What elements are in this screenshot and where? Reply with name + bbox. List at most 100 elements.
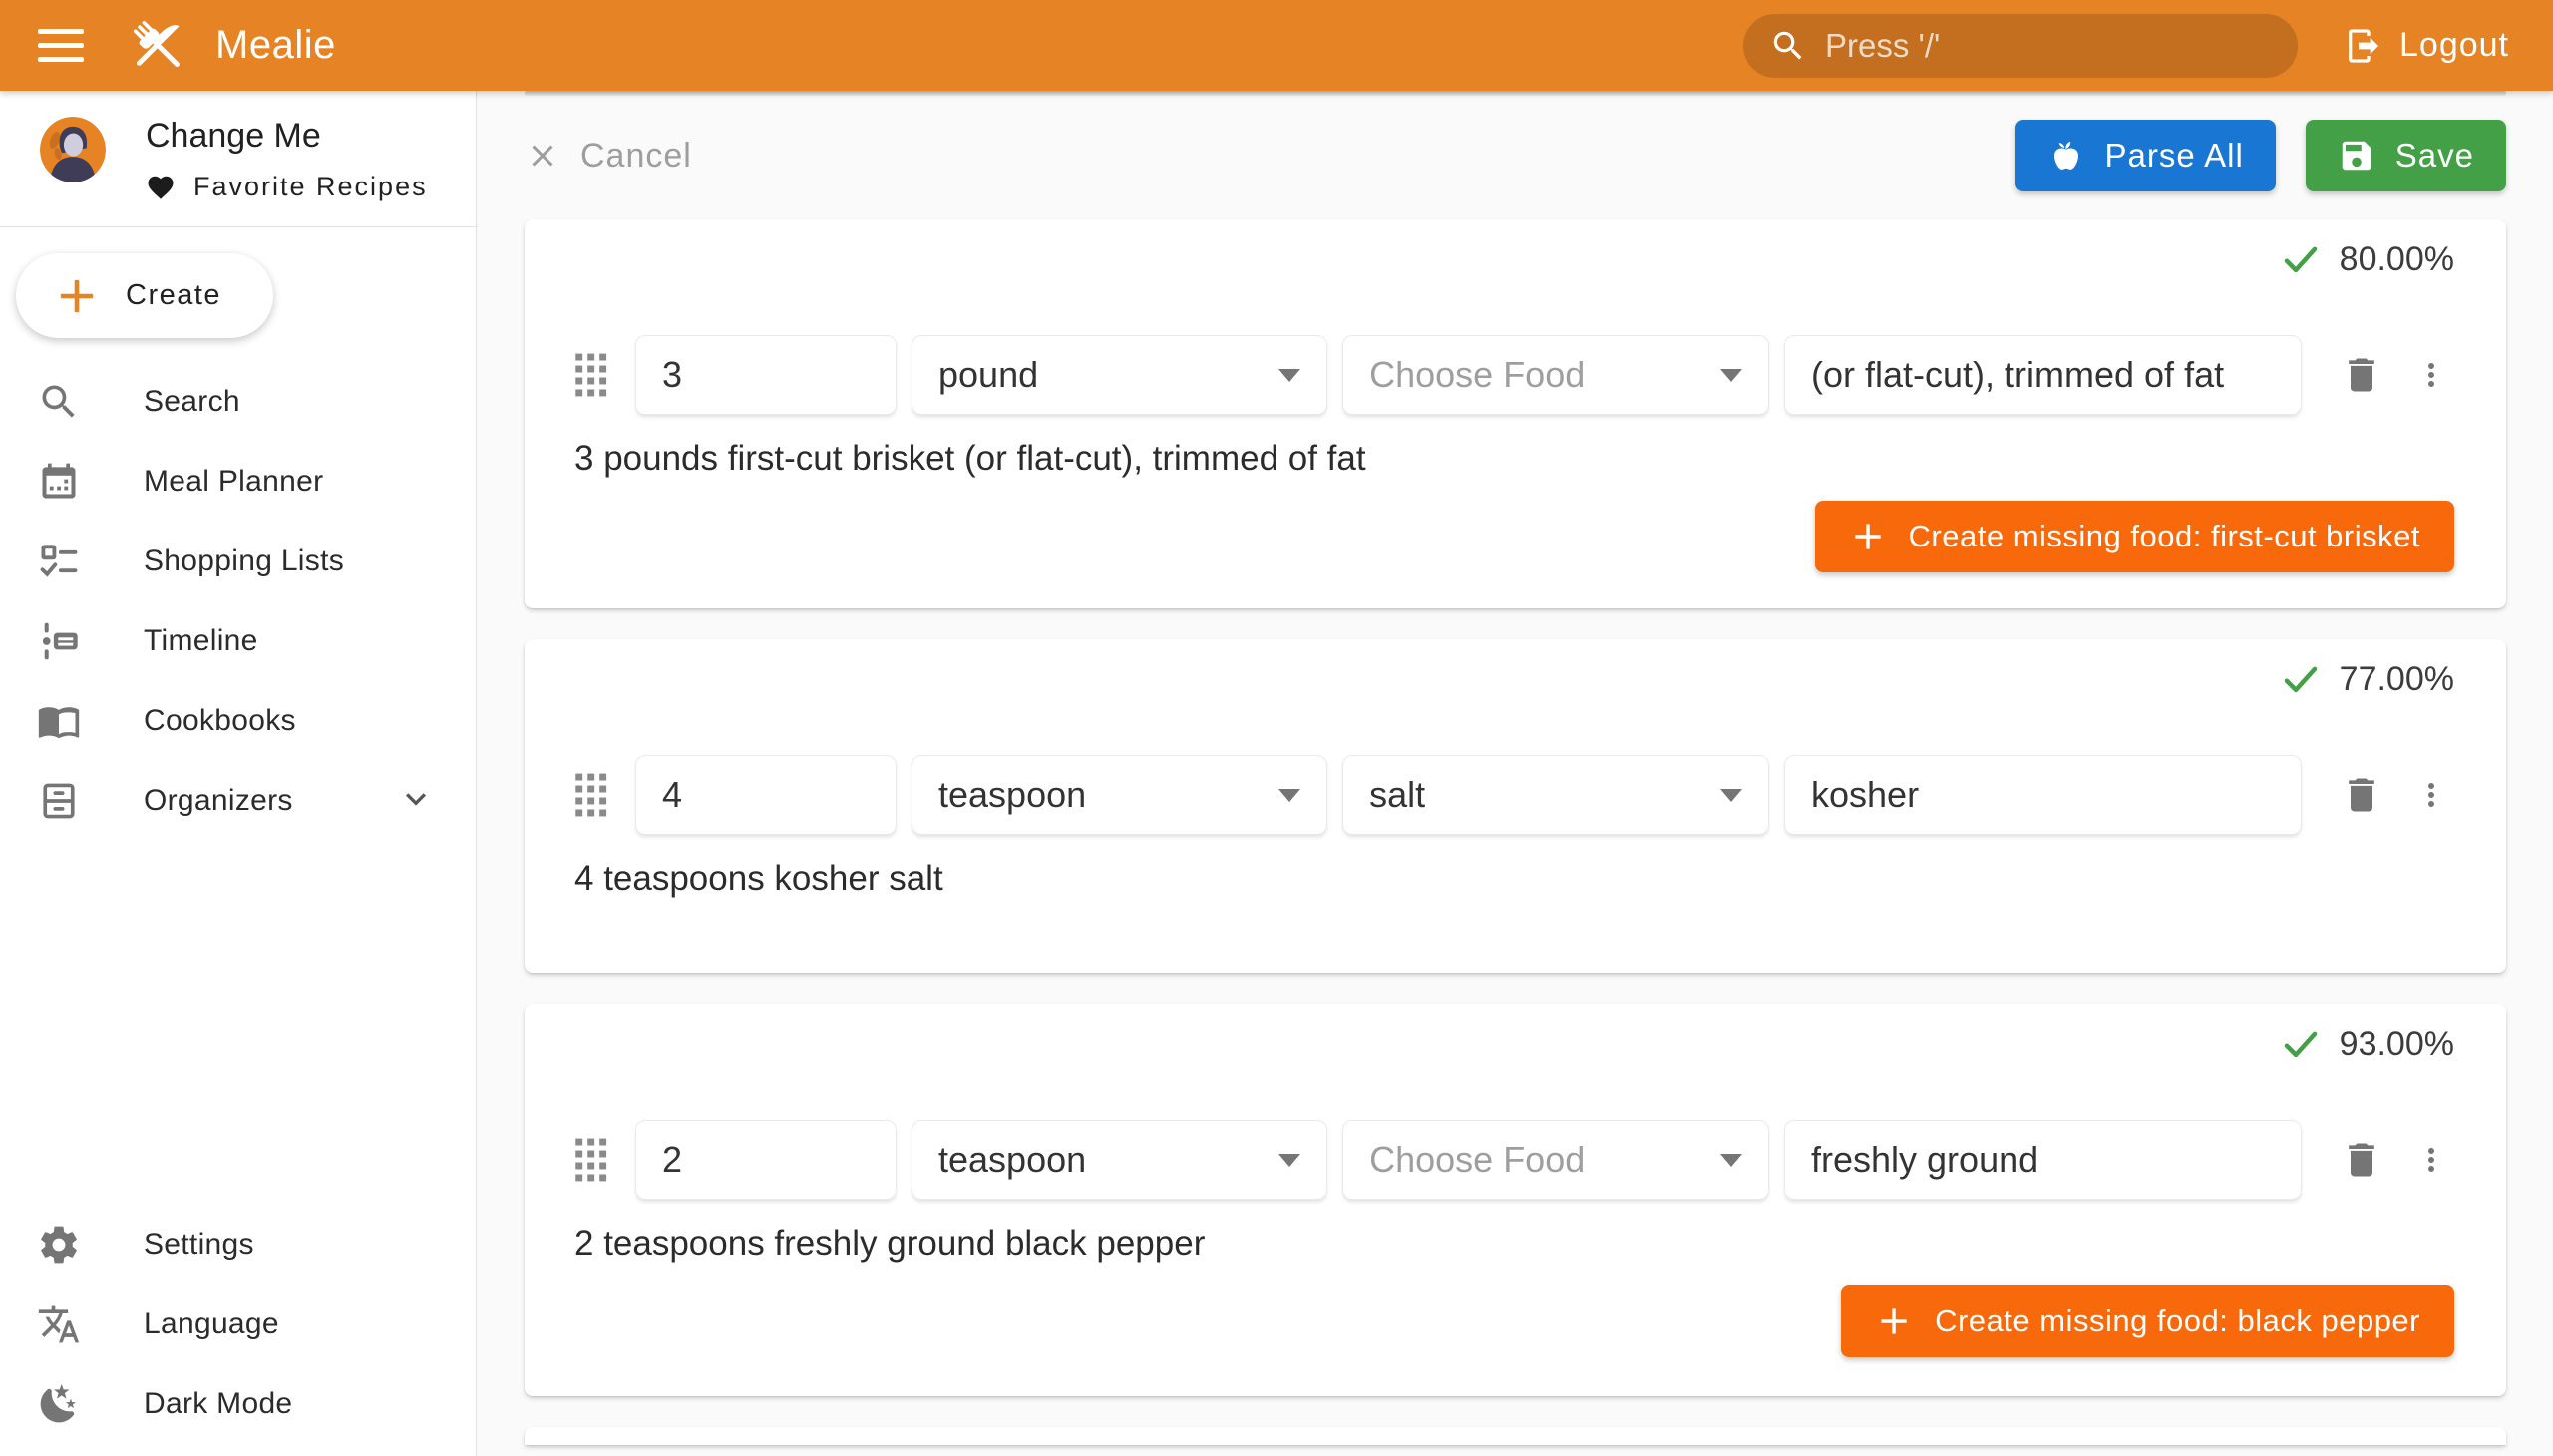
- ingredient-card: 93.00% teaspoon Choose Food: [525, 1004, 2506, 1396]
- cancel-button[interactable]: Cancel: [525, 137, 692, 176]
- parse-all-button[interactable]: Parse All: [2015, 120, 2276, 191]
- sidebar-item-label: Meal Planner: [144, 465, 323, 499]
- sidebar-item-label: Shopping Lists: [144, 545, 344, 578]
- sidebar-item-meal-planner[interactable]: Meal Planner: [0, 442, 476, 522]
- favorite-recipes-button[interactable]: Favorite Recipes: [146, 172, 428, 202]
- sidebar: Change Me Favorite Recipes Create Search: [0, 91, 477, 1456]
- cancel-label: Cancel: [580, 137, 692, 176]
- quantity-input[interactable]: [635, 755, 897, 835]
- unit-value: teaspoon: [938, 774, 1086, 816]
- drag-handle-icon[interactable]: [574, 1137, 608, 1183]
- confidence-value: 80.00%: [2340, 240, 2454, 279]
- note-input[interactable]: [1784, 335, 2302, 415]
- trash-icon: [2340, 773, 2383, 817]
- confidence-check-icon: [2280, 1023, 2322, 1065]
- unit-select[interactable]: teaspoon: [912, 1120, 1327, 1200]
- unit-value: teaspoon: [938, 1139, 1086, 1181]
- ingredient-list: 80.00% pound Choose Food: [525, 219, 2506, 1445]
- menu-icon[interactable]: [38, 24, 90, 68]
- search-icon: [36, 379, 82, 425]
- timeline-icon: [36, 618, 82, 664]
- sidebar-item-label: Language: [144, 1307, 279, 1341]
- food-select[interactable]: Choose Food: [1342, 335, 1769, 415]
- ingredient-card: 77.00% teaspoon salt: [525, 639, 2506, 973]
- content-top-divider: [525, 91, 2506, 96]
- confidence-value: 93.00%: [2340, 1025, 2454, 1064]
- quantity-input[interactable]: [635, 1120, 897, 1200]
- sidebar-item-timeline[interactable]: Timeline: [0, 601, 476, 681]
- food-value: salt: [1369, 774, 1425, 816]
- calendar-icon: [36, 459, 82, 505]
- file-cabinet-icon: [36, 778, 82, 824]
- more-options-button[interactable]: [2408, 1137, 2454, 1183]
- more-options-button[interactable]: [2408, 772, 2454, 818]
- food-select[interactable]: salt: [1342, 755, 1769, 835]
- save-button[interactable]: Save: [2306, 120, 2506, 191]
- plus-icon: [1849, 518, 1887, 555]
- sidebar-item-label: Organizers: [144, 784, 293, 818]
- logout-button[interactable]: Logout: [2344, 26, 2509, 66]
- delete-button[interactable]: [2339, 1137, 2384, 1183]
- delete-button[interactable]: [2339, 352, 2384, 398]
- search-input[interactable]: Press '/': [1743, 14, 2298, 78]
- sidebar-item-settings[interactable]: Settings: [0, 1205, 476, 1284]
- create-missing-food-button[interactable]: Create missing food: black pepper: [1841, 1285, 2454, 1357]
- sidebar-item-search[interactable]: Search: [0, 362, 476, 442]
- plus-icon: [54, 273, 100, 319]
- app-title: Mealie: [215, 23, 336, 68]
- save-label: Save: [2395, 137, 2474, 175]
- ingredient-summary: 4 teaspoons kosher salt: [574, 859, 2454, 899]
- drag-handle-icon[interactable]: [574, 352, 608, 398]
- dropdown-arrow-icon: [1278, 789, 1300, 802]
- sidebar-item-label: Dark Mode: [144, 1387, 292, 1421]
- create-missing-food-label: Create missing food: first-cut brisket: [1909, 519, 2420, 554]
- sidebar-item-cookbooks[interactable]: Cookbooks: [0, 681, 476, 761]
- chevron-down-icon: [396, 779, 436, 824]
- create-button[interactable]: Create: [16, 253, 273, 338]
- ingredient-summary: 3 pounds first-cut brisket (or flat-cut)…: [574, 439, 2454, 479]
- sidebar-item-shopping-lists[interactable]: Shopping Lists: [0, 522, 476, 601]
- more-options-button[interactable]: [2408, 352, 2454, 398]
- delete-button[interactable]: [2339, 772, 2384, 818]
- create-label: Create: [126, 279, 221, 312]
- sidebar-item-organizers[interactable]: Organizers: [0, 761, 476, 841]
- book-open-icon: [36, 698, 82, 744]
- sidebar-item-language[interactable]: Language: [0, 1284, 476, 1364]
- ingredient-card: 80.00% pound Choose Food: [525, 219, 2506, 608]
- food-placeholder: Choose Food: [1369, 1139, 1585, 1181]
- close-icon: [525, 138, 560, 174]
- heart-icon: [146, 173, 176, 202]
- create-missing-food-button[interactable]: Create missing food: first-cut brisket: [1815, 501, 2454, 572]
- kebab-menu-icon: [2413, 357, 2449, 393]
- confidence-check-icon: [2280, 238, 2322, 280]
- parser-toolbar: Cancel Parse All Save: [525, 120, 2506, 191]
- sidebar-item-label: Search: [144, 385, 240, 419]
- main-content: Cancel Parse All Save: [478, 91, 2553, 1445]
- drag-handle-icon[interactable]: [574, 772, 608, 818]
- logout-label: Logout: [2399, 26, 2509, 65]
- create-missing-food-label: Create missing food: black pepper: [1935, 1303, 2420, 1339]
- app-header: Mealie Press '/' Logout: [0, 0, 2553, 91]
- dropdown-arrow-icon: [1278, 369, 1300, 382]
- save-icon: [2338, 137, 2375, 175]
- sidebar-footer: Settings Language Dark Mode: [0, 1205, 476, 1456]
- dropdown-arrow-icon: [1720, 789, 1742, 802]
- unit-select[interactable]: teaspoon: [912, 755, 1327, 835]
- sidebar-nav: Search Meal Planner: [0, 362, 476, 841]
- user-name: Change Me: [146, 117, 428, 156]
- dropdown-arrow-icon: [1278, 1154, 1300, 1167]
- sidebar-item-label: Cookbooks: [144, 704, 296, 738]
- quantity-input[interactable]: [635, 335, 897, 415]
- mealie-logo-icon[interactable]: [124, 11, 193, 81]
- note-input[interactable]: [1784, 755, 2302, 835]
- note-input[interactable]: [1784, 1120, 2302, 1200]
- unit-value: pound: [938, 354, 1038, 396]
- trash-icon: [2340, 353, 2383, 397]
- unit-select[interactable]: pound: [912, 335, 1327, 415]
- food-select[interactable]: Choose Food: [1342, 1120, 1769, 1200]
- apple-icon: [2047, 137, 2085, 175]
- sidebar-item-dark-mode[interactable]: Dark Mode: [0, 1364, 476, 1444]
- avatar[interactable]: [40, 117, 106, 182]
- sidebar-item-label: Timeline: [144, 624, 258, 658]
- translate-icon: [36, 1301, 82, 1347]
